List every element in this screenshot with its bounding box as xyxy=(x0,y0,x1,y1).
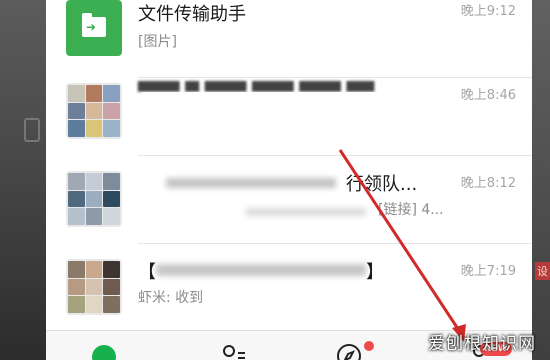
file-helper-avatar: ➜ xyxy=(66,0,122,56)
ghost-chip: 设 xyxy=(535,262,550,280)
tab-chats-icon[interactable] xyxy=(92,345,116,360)
compass-icon xyxy=(337,344,361,360)
chat-name: 文件传输助手 xyxy=(138,4,246,25)
chat-row-group-3[interactable]: 【 】 虾米: 收到 晚上7:19 xyxy=(46,244,532,332)
background-left xyxy=(0,0,46,360)
discover-badge-dot xyxy=(364,341,374,351)
watermark: 爱刨根知识网 xyxy=(428,334,536,354)
arrow-right-icon: ➜ xyxy=(86,20,97,34)
chat-row-group-2[interactable]: 行领队... [链接] 4... 晚上8:12 xyxy=(46,156,532,244)
chat-name-start: 【 xyxy=(138,262,156,283)
phone-screen: ➜ 文件传输助手 [图片] 晚上9:12 ▀▀▀ ▀ ▀▀▀ ▀▀▀ ▀▀▀ ▀… xyxy=(46,0,532,360)
chat-preview: 虾米: 收到 xyxy=(138,290,204,306)
chat-name-end: 】 xyxy=(366,262,384,283)
tab-contacts-icon[interactable] xyxy=(220,343,245,360)
chat-time: 晚上8:46 xyxy=(460,88,516,103)
obscured-text xyxy=(246,208,366,216)
group-avatar xyxy=(66,171,122,227)
chat-name: 行领队... xyxy=(346,174,418,195)
chat-preview: [链接] 4... xyxy=(378,202,444,218)
chat-time: 晚上9:12 xyxy=(460,4,516,19)
tab-discover-icon[interactable] xyxy=(336,343,361,360)
chat-time: 晚上7:19 xyxy=(460,264,516,279)
phone-icon xyxy=(24,118,40,142)
group-avatar xyxy=(66,259,122,315)
chat-preview: [图片] xyxy=(138,34,177,50)
contacts-icon xyxy=(223,345,245,359)
obscured-text xyxy=(156,264,366,276)
chat-row-file-helper[interactable]: ➜ 文件传输助手 [图片] 晚上9:12 xyxy=(46,0,532,78)
chat-time: 晚上8:12 xyxy=(460,176,516,191)
chat-row-group-1[interactable]: ▀▀▀ ▀ ▀▀▀ ▀▀▀ ▀▀▀ ▀▀ 晚上8:46 xyxy=(46,68,532,156)
background-right: 设 xyxy=(532,0,550,360)
obscured-text xyxy=(166,178,336,188)
group-avatar xyxy=(66,83,122,139)
privacy-smudge xyxy=(138,92,408,104)
